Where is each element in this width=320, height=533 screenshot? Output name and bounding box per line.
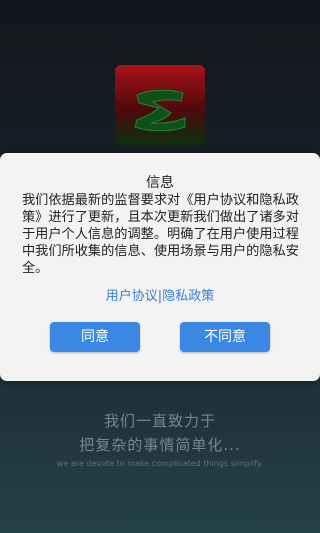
dialog-title: 信息 xyxy=(146,175,174,191)
privacy-policy-link[interactable]: 隐私政策 xyxy=(162,289,214,304)
dialog-message: 我们依据最新的监督要求对《用户协议和隐私政策》进行了更新，且本次更新我们做出了诸… xyxy=(22,193,299,276)
dialog-links: 用户协议|隐私政策 xyxy=(0,285,320,304)
privacy-dialog: 信息 我们依据最新的监督要求对《用户协议和隐私政策》进行了更新，且本次更新我们做… xyxy=(0,153,320,381)
user-agreement-link[interactable]: 用户协议 xyxy=(106,289,158,304)
agree-button[interactable]: 同意 xyxy=(50,322,140,352)
disagree-button[interactable]: 不同意 xyxy=(180,322,270,352)
